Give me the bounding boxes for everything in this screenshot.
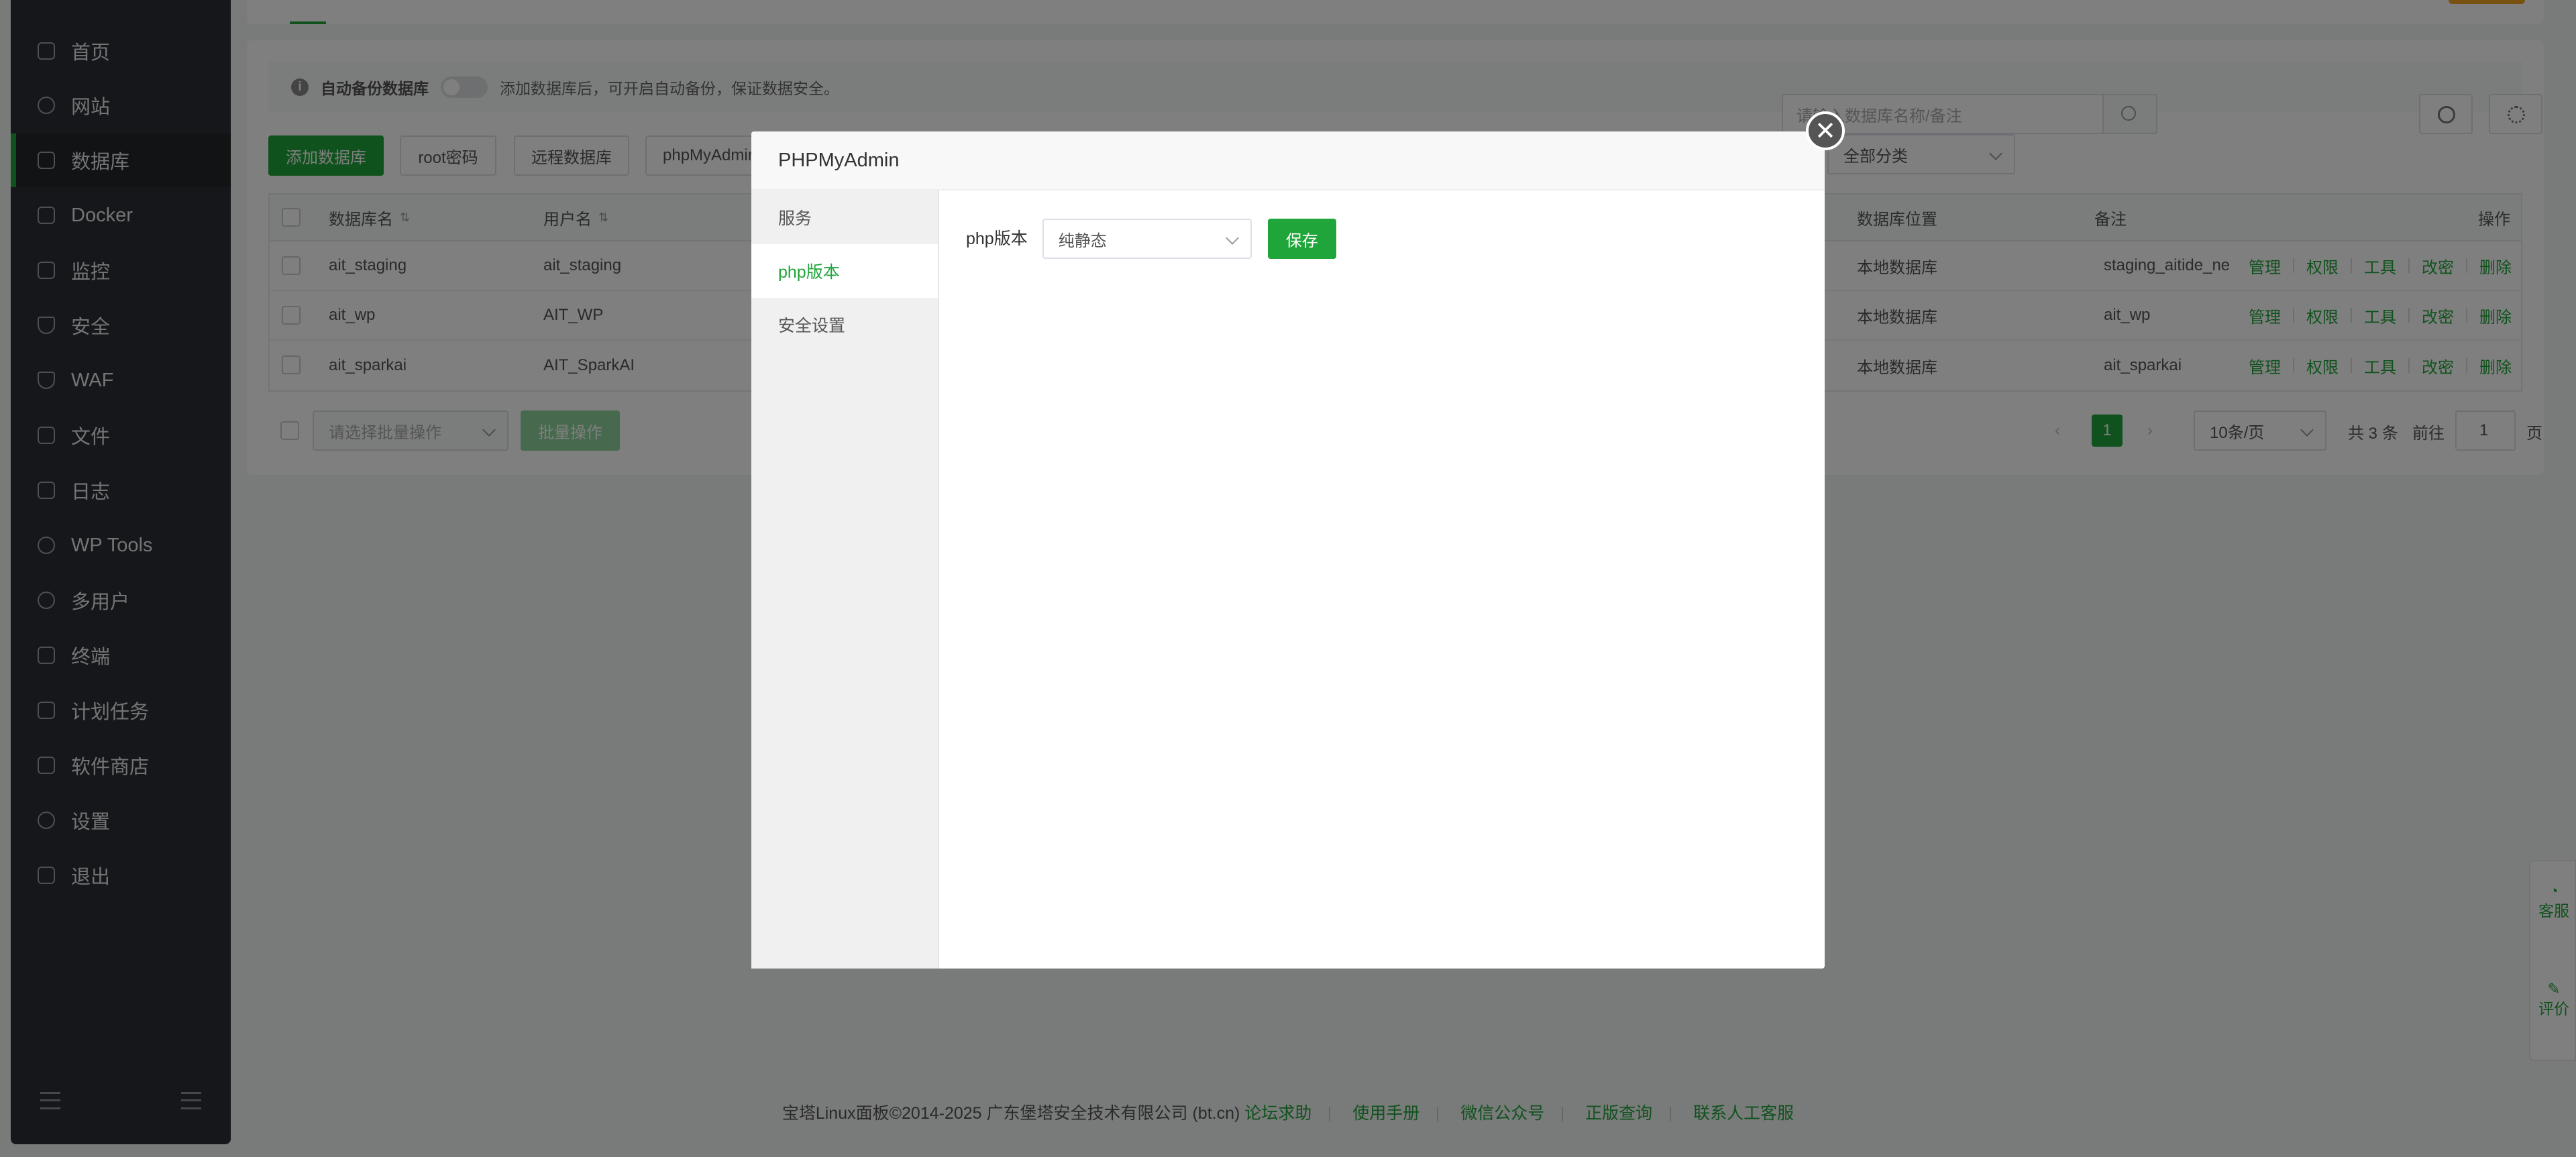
tab-security-settings[interactable]: 安全设置 — [751, 298, 938, 351]
dialog-side-nav: 服务 php版本 安全设置 — [751, 190, 939, 969]
close-icon: ✕ — [1815, 117, 1836, 146]
phpmyadmin-dialog: PHPMyAdmin 服务 php版本 安全设置 php版本 纯静态 保存 — [751, 131, 1825, 969]
php-version-select[interactable]: 纯静态 — [1042, 219, 1252, 259]
tab-service[interactable]: 服务 — [751, 190, 938, 244]
chevron-down-icon — [1225, 231, 1239, 245]
php-version-form: php版本 纯静态 保存 — [966, 219, 1336, 259]
php-version-value: 纯静态 — [1058, 231, 1107, 250]
close-dialog-button[interactable]: ✕ — [1806, 111, 1845, 150]
tab-php-version[interactable]: php版本 — [751, 244, 938, 298]
save-button[interactable]: 保存 — [1267, 219, 1336, 259]
php-version-label: php版本 — [966, 229, 1028, 248]
dialog-title: PHPMyAdmin — [751, 131, 1825, 190]
